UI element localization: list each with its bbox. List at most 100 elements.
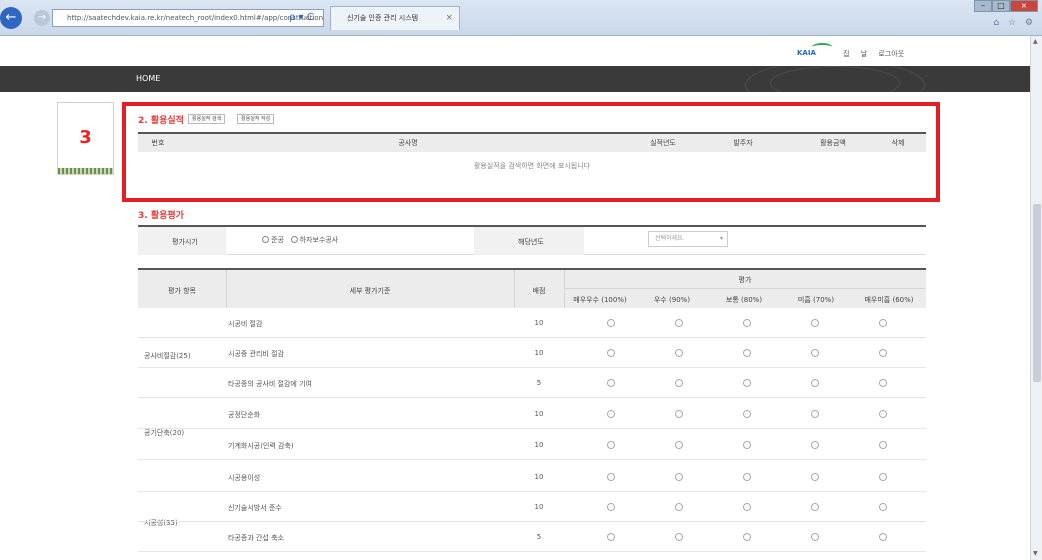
row-criteria: 시공중 관리비 절감 — [228, 350, 284, 358]
tab-title: 신기술 인증 관리 시스템 — [347, 14, 419, 22]
radio-level-very-poor[interactable] — [879, 503, 887, 511]
radio-level-excellent[interactable] — [607, 410, 615, 418]
col-level-poor: 미흡 (70%) — [797, 296, 835, 304]
row-score: 10 — [534, 410, 544, 418]
step-number-badge: 3 — [79, 127, 92, 148]
radio-level-average[interactable] — [743, 503, 751, 511]
row-criteria: 타공종의 공사비 절감에 기여 — [228, 380, 312, 388]
radio-level-average[interactable] — [743, 319, 751, 327]
navbar-decoration — [770, 66, 900, 100]
logout-link[interactable]: 로그아웃 — [878, 50, 904, 58]
radio-level-good[interactable] — [675, 410, 683, 418]
close-window-button[interactable]: × — [1010, 0, 1038, 12]
radio-level-very-poor[interactable] — [879, 473, 887, 481]
performance-table-header: 번호 공사명 실적년도 발주자 활용금액 삭제 — [138, 132, 926, 152]
back-arrow-icon[interactable]: ← — [0, 7, 22, 29]
radio-level-average[interactable] — [743, 410, 751, 418]
util-link-2[interactable]: 날 — [861, 50, 867, 58]
evaluation-table-header: 평가 항목 세부 평가기준 배점 평가 매우우수 (100%) 우수 (90%)… — [138, 268, 926, 308]
col-amount: 활용금액 — [820, 139, 846, 147]
address-controls-icon[interactable]: ρ ▾ C — [289, 9, 314, 27]
scroll-down-icon[interactable]: ▼ — [1033, 550, 1038, 557]
radio-level-excellent[interactable] — [607, 473, 615, 481]
col-project-name: 공사명 — [398, 139, 418, 147]
radio-level-excellent[interactable] — [607, 441, 615, 449]
browser-toolbar: ← → http://saatechdev.kaia.re.kr/neatech… — [0, 0, 1042, 36]
radio-level-good[interactable] — [675, 441, 683, 449]
row-score: 10 — [534, 349, 544, 357]
row-score: 10 — [534, 319, 544, 327]
radio-level-poor[interactable] — [811, 441, 819, 449]
radio-level-poor[interactable] — [811, 533, 819, 541]
nav-home-link[interactable]: HOME — [136, 74, 160, 83]
radio-defect-repair-label: 하자보수공사 — [299, 236, 339, 244]
util-link-1[interactable]: 집 — [843, 50, 849, 58]
radio-level-good[interactable] — [675, 533, 683, 541]
address-bar[interactable]: http://saatechdev.kaia.re.kr/neatech_roo… — [52, 9, 324, 27]
radio-level-poor[interactable] — [811, 410, 819, 418]
col-year: 실적년도 — [650, 139, 676, 147]
radio-level-very-poor[interactable] — [879, 441, 887, 449]
radio-level-average[interactable] — [743, 441, 751, 449]
radio-level-excellent[interactable] — [607, 379, 615, 387]
row-criteria: 시공용이성 — [228, 474, 261, 482]
radio-level-excellent[interactable] — [607, 503, 615, 511]
row-criteria: 공정단순화 — [228, 411, 261, 419]
evaluation-row: 타공종의 공사비 절감에 기여 5 — [138, 370, 926, 398]
row-score: 5 — [536, 533, 542, 541]
step-thumbnail: 3 — [57, 102, 114, 175]
radio-level-very-poor[interactable] — [879, 410, 887, 418]
col-eval-item: 평가 항목 — [168, 287, 196, 295]
radio-level-poor[interactable] — [811, 319, 819, 327]
radio-level-good[interactable] — [675, 503, 683, 511]
radio-level-very-poor[interactable] — [879, 349, 887, 357]
scroll-up-icon[interactable]: ▲ — [1033, 38, 1038, 45]
radio-level-excellent[interactable] — [607, 349, 615, 357]
radio-level-poor[interactable] — [811, 349, 819, 357]
year-label: 해당년도 — [518, 238, 544, 246]
period-label: 평가시기 — [172, 238, 198, 246]
home-favorites-settings-icons[interactable]: ⌂ ☆ ⚙ — [993, 18, 1036, 28]
section-title-performance: 2. 활용실적 — [138, 116, 184, 126]
radio-level-poor[interactable] — [811, 503, 819, 511]
radio-level-good[interactable] — [675, 319, 683, 327]
radio-level-very-poor[interactable] — [879, 379, 887, 387]
site-logo[interactable]: KAIA — [797, 49, 816, 57]
radio-level-average[interactable] — [743, 473, 751, 481]
row-criteria: 기계화시공(인력 감축) — [228, 442, 294, 450]
radio-level-poor[interactable] — [811, 379, 819, 387]
utility-links: 집 날 로그아웃 — [843, 49, 913, 59]
year-select[interactable]: 선택하세요. ▾ — [648, 231, 728, 247]
radio-level-very-poor[interactable] — [879, 319, 887, 327]
thumbnail-strip — [58, 168, 113, 174]
col-eval-group: 평가 — [738, 276, 752, 284]
search-performance-button[interactable]: 활용실적 검색 — [188, 114, 226, 124]
radio-level-poor[interactable] — [811, 473, 819, 481]
write-performance-button[interactable]: 활용실적 작성 — [237, 114, 275, 124]
evaluation-row: 타공종과 간섭 축소 5 — [138, 524, 926, 552]
maximize-button[interactable]: □ — [992, 0, 1010, 12]
col-client: 발주자 — [733, 139, 753, 147]
radio-defect-repair[interactable] — [290, 236, 298, 243]
evaluation-row: 기계화시공(인력 감축) 10 — [138, 432, 926, 460]
tab-close-icon[interactable]: × — [445, 7, 453, 29]
vertical-scrollbar[interactable]: ▲ ▼ — [1030, 36, 1042, 560]
forward-arrow-icon[interactable]: → — [34, 10, 50, 26]
radio-level-good[interactable] — [675, 349, 683, 357]
evaluation-row: 신기술시방서 준수 10 — [138, 494, 926, 522]
radio-level-good[interactable] — [675, 379, 683, 387]
scrollbar-thumb[interactable] — [1033, 204, 1041, 382]
radio-completion[interactable] — [262, 236, 269, 243]
main-navbar: HOME — [0, 60, 1030, 110]
radio-level-average[interactable] — [743, 379, 751, 387]
radio-level-very-poor[interactable] — [879, 533, 887, 541]
minimize-button[interactable]: – — [974, 0, 992, 12]
row-criteria: 시공비 절감 — [228, 320, 263, 328]
radio-level-excellent[interactable] — [607, 319, 615, 327]
row-criteria: 타공종과 간섭 축소 — [228, 534, 284, 542]
radio-level-average[interactable] — [743, 349, 751, 357]
radio-level-excellent[interactable] — [607, 533, 615, 541]
radio-level-average[interactable] — [743, 533, 751, 541]
browser-tab[interactable]: 신기술 인증 관리 시스템 × — [330, 6, 460, 30]
radio-level-good[interactable] — [675, 473, 683, 481]
